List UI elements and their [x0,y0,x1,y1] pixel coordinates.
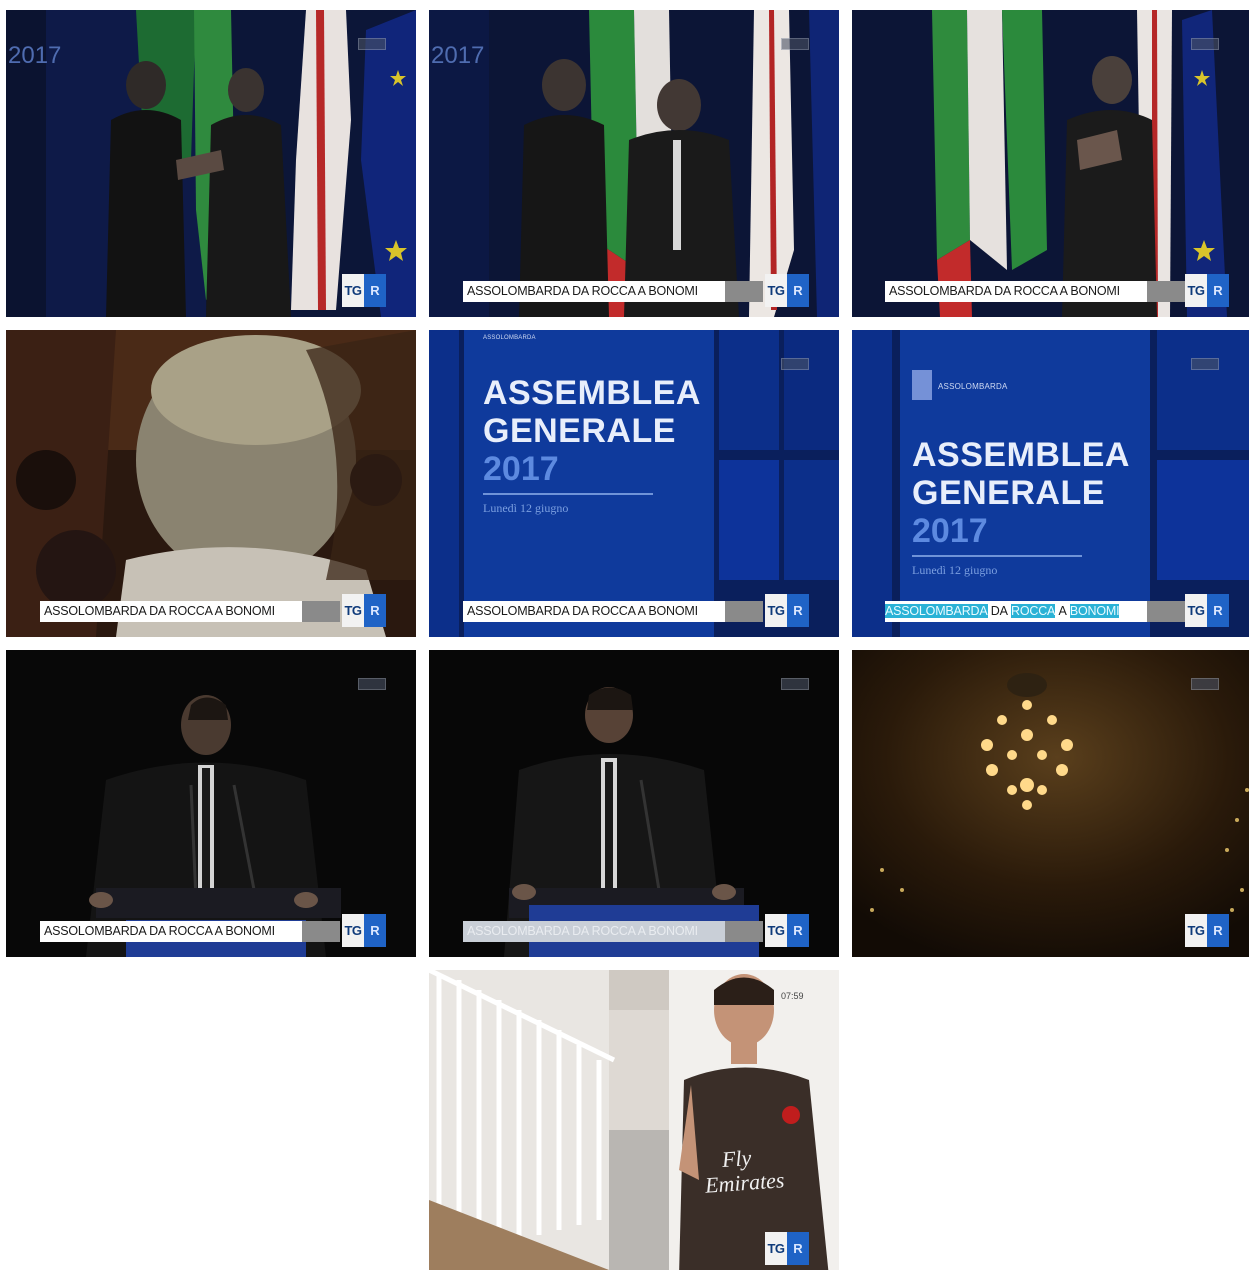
chandelier-scene [852,650,1249,957]
caption-bar-end [302,921,340,942]
caption-word: ROCCA [1011,604,1056,618]
timestamp: 07:59 [781,991,804,1001]
caption-bar: ASSOLOMBARDA DA ROCCA A BONOMI [885,281,1147,302]
thumbnail-3[interactable]: ASSOLOMBARDA DA ROCCA A BONOMI TG R [852,10,1249,317]
caption-bar-fading: ASSOLOMBARDA DA ROCCA A BONOMI [463,921,725,942]
generale-title: GENERALE [912,474,1105,512]
thumbnail-5[interactable]: ASSOLOMBARDA ASSEMBLEA GENERALE 2017 Lun… [429,330,839,637]
assemblea-date: Lunedì 12 giugno [912,563,998,577]
channel-bug [781,358,809,370]
tgr-logo: TG R [342,274,386,307]
assemblea-year: 2017 [912,512,988,550]
caption-bar: ASSOLOMBARDA DA ROCCA A BONOMI [463,281,725,302]
divider [912,555,1082,557]
caption-word: ASSOLOMBARDA [885,604,988,618]
tgr-logo: TG R [342,594,386,627]
caption-bar-end [725,281,763,302]
tgr-logo: TG R [342,914,386,947]
tgr-logo: TG R [1185,594,1229,627]
thumbnail-4[interactable]: ASSOLOMBARDA DA ROCCA A BONOMI TG R [6,330,416,637]
speaker-podium-scene-2 [429,650,839,957]
assemblea-year: 2017 [483,450,559,488]
caption-bar-end [725,601,763,622]
tgr-logo: TG R [765,1232,809,1265]
stage-applause-scene [429,10,839,317]
thumbnail-8[interactable]: ASSOLOMBARDA DA ROCCA A BONOMI TG R [429,650,839,957]
sponsor-line-1: Fly [721,1145,753,1172]
assemblea-title: ASSEMBLEA [483,374,701,412]
channel-bug [781,678,809,690]
caption-word: BONOMI [1069,604,1120,618]
assemblea-date: Lunedì 12 giugno [483,501,569,515]
stage-handshake-scene [6,10,416,317]
channel-bug [1191,358,1219,370]
caption-bar: ASSOLOMBARDA DA ROCCA A BONOMI [40,601,302,622]
caption-bar: ASSOLOMBARDA DA ROCCA A BONOMI [463,601,725,622]
sponsor-line-2: Emirates [704,1167,786,1198]
channel-bug [1191,678,1219,690]
org-label: ASSOLOMBARDA [483,335,536,341]
channel-bug [358,38,386,50]
tgr-logo: TG R [1185,274,1229,307]
thumbnail-1[interactable]: 2017 TG R [6,10,416,317]
tgr-logo: TG R [765,594,809,627]
tgr-logo: TG R [1185,914,1229,947]
milan-player-scene [429,970,839,1270]
caption-bar: ASSOLOMBARDA DA ROCCA A BONOMI [40,921,302,942]
thumbnail-9[interactable]: TG R [852,650,1249,957]
thumbnail-10[interactable]: 07:59 Fly Emirates TG R [429,970,839,1270]
thumbnail-7[interactable]: ASSOLOMBARDA DA ROCCA A BONOMI TG R [6,650,416,957]
caption-bar-end [725,921,763,942]
caption-bar-highlighted: ASSOLOMBARDA DA ROCCA A BONOMI [885,601,1147,622]
tgr-logo: TG R [765,914,809,947]
corner-year: 2017 [431,42,485,69]
thumbnail-6[interactable]: ASSOLOMBARDA ASSEMBLEA GENERALE 2017 Lun… [852,330,1249,637]
tgr-logo: TG R [765,274,809,307]
channel-bug [1191,38,1219,50]
assemblea-title: ASSEMBLEA [912,436,1130,474]
corner-year: 2017 [8,42,62,69]
channel-bug [781,38,809,50]
caption-bar-end [1147,601,1185,622]
caption-bar-end [1147,281,1185,302]
audience-closeup-scene [6,330,416,637]
caption-bar-end [302,601,340,622]
channel-bug [358,678,386,690]
stage-clapping-scene [852,10,1249,317]
speaker-podium-scene [6,650,416,957]
divider [483,493,653,495]
caption-word: A [1058,604,1067,618]
thumbnail-2[interactable]: 2017 ASSOLOMBARDA DA ROCCA A BONOMI TG R [429,10,839,317]
caption-word: DA [990,604,1008,618]
org-label: ASSOLOMBARDA [938,382,1008,391]
generale-title: GENERALE [483,412,676,450]
